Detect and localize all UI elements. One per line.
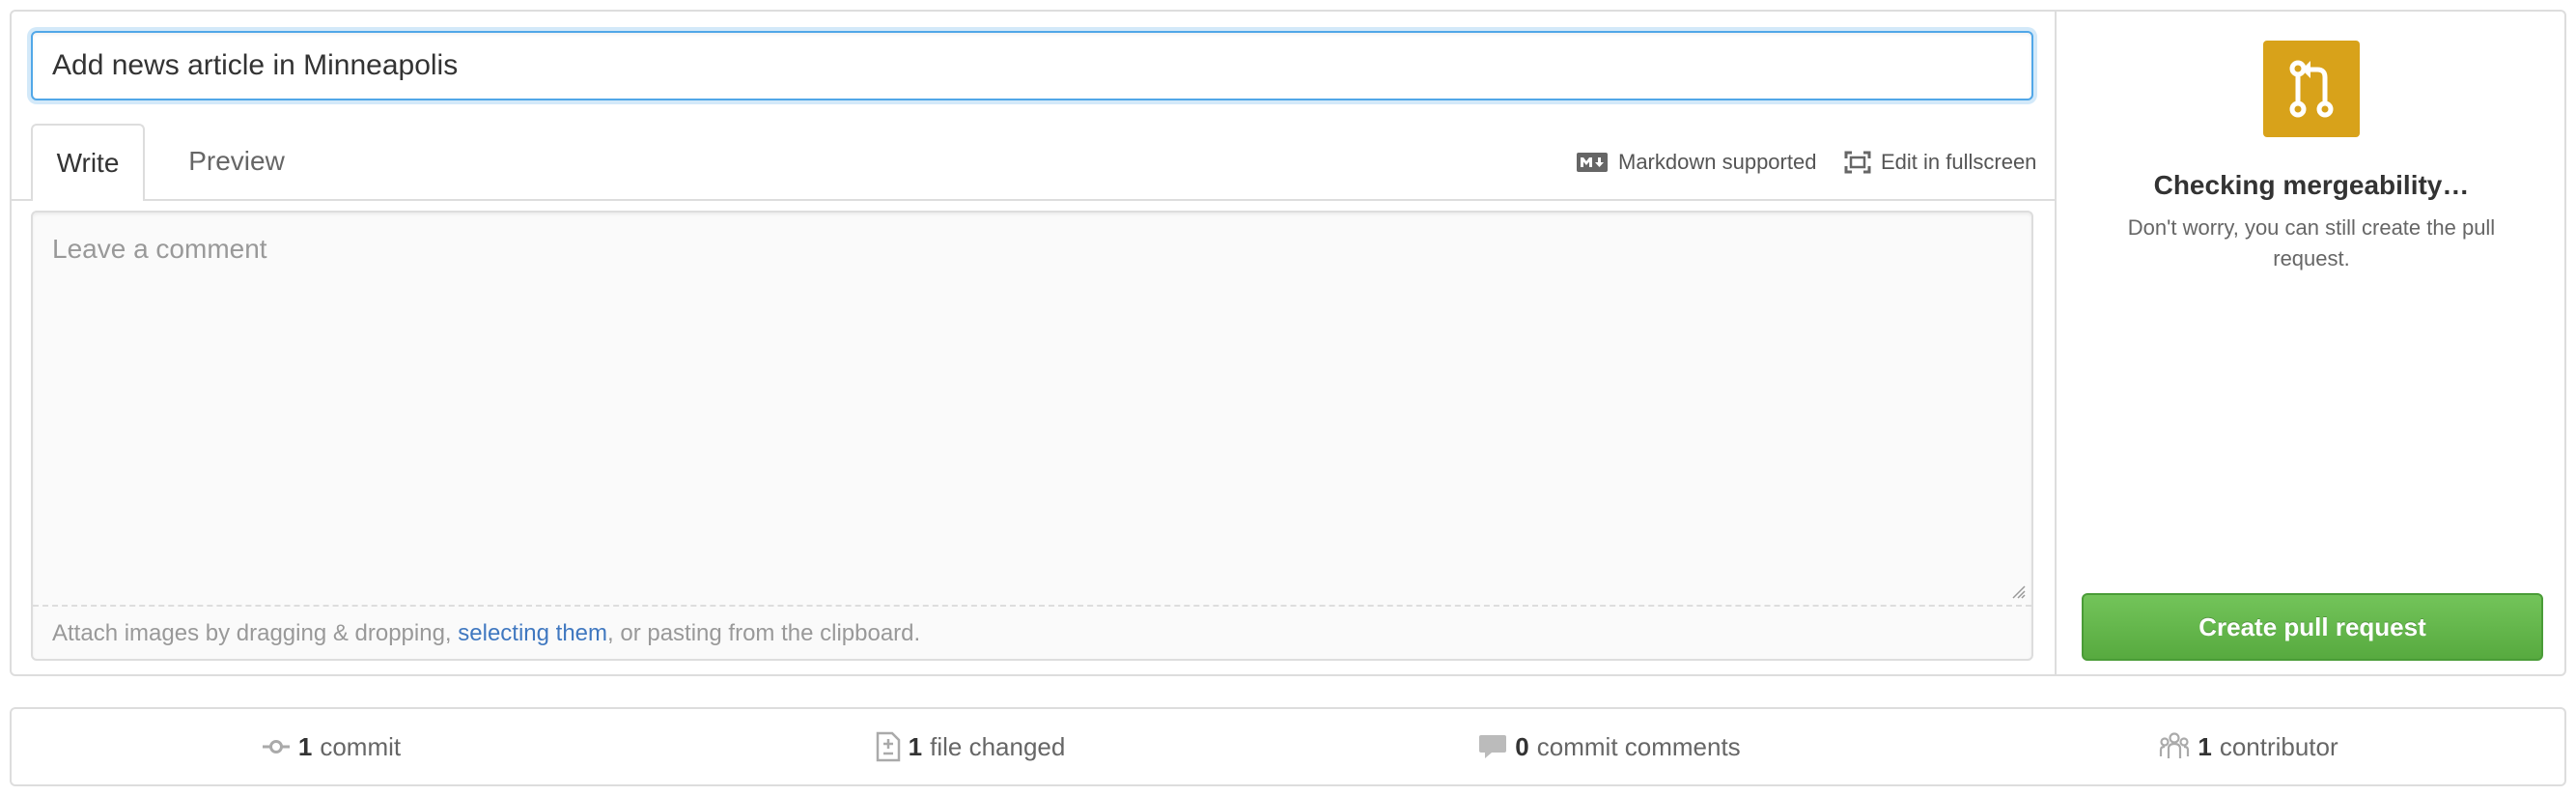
file-diff-icon: [876, 731, 901, 762]
attach-prefix: Attach images by dragging & dropping,: [52, 620, 459, 646]
tab-write[interactable]: Write: [31, 124, 145, 201]
commit-comments-count: 0: [1515, 731, 1529, 761]
editor-column: Write Preview Markdown supported: [12, 12, 2055, 674]
tab-preview[interactable]: Preview: [164, 124, 309, 201]
comment-icon: [1478, 733, 1507, 760]
editor-tabs: Write Preview Markdown supported Edit in…: [12, 124, 2055, 201]
commit-comments-label: commit comments: [1536, 731, 1741, 761]
markdown-icon: [1576, 152, 1609, 173]
fullscreen-label: Edit in fullscreen: [1881, 150, 2037, 174]
commit-label: commit: [320, 731, 402, 761]
organization-icon: [2159, 731, 2190, 762]
summary-contributors[interactable]: 1 contributor: [1929, 709, 2568, 784]
git-commit-icon: [262, 737, 291, 756]
select-files-link[interactable]: selecting them: [458, 620, 607, 646]
fullscreen-button[interactable]: Edit in fullscreen: [1844, 124, 2036, 201]
resize-handle-icon[interactable]: [2010, 583, 2026, 604]
create-pull-request-button[interactable]: Create pull request: [2082, 593, 2543, 661]
git-pull-request-icon: [2263, 41, 2360, 137]
screen-full-icon: [1844, 151, 1871, 174]
attach-images-bar[interactable]: Attach images by dragging & dropping, se…: [33, 605, 2031, 659]
markdown-supported-label: Markdown supported: [1618, 150, 1817, 174]
summary-commit-comments[interactable]: 0 commit comments: [1290, 709, 1929, 784]
merge-status-column: Checking mergeability… Don't worry, you …: [2055, 12, 2564, 674]
attach-suffix: , or pasting from the clipboard.: [607, 620, 921, 646]
files-changed-count: 1: [908, 731, 923, 761]
comment-box: Attach images by dragging & dropping, se…: [31, 211, 2033, 661]
merge-status-title: Checking mergeability…: [2153, 170, 2470, 200]
markdown-supported-link[interactable]: Markdown supported: [1576, 124, 1816, 201]
summary-files-changed[interactable]: 1 file changed: [651, 709, 1290, 784]
commit-count: 1: [297, 731, 313, 761]
comment-textarea[interactable]: [33, 213, 2031, 605]
files-changed-label: file changed: [930, 731, 1066, 761]
summary-commits[interactable]: 1 commit: [12, 709, 651, 784]
pull-request-form: Write Preview Markdown supported: [10, 10, 2566, 676]
contributor-label: contributor: [2219, 731, 2338, 761]
title-input[interactable]: [31, 31, 2033, 100]
merge-status-description: Don't worry, you can still create the pu…: [2127, 215, 2496, 270]
contributor-count: 1: [2198, 731, 2212, 761]
compare-summary-bar: 1 commit 1 file changed 0 commit comment…: [10, 707, 2566, 786]
